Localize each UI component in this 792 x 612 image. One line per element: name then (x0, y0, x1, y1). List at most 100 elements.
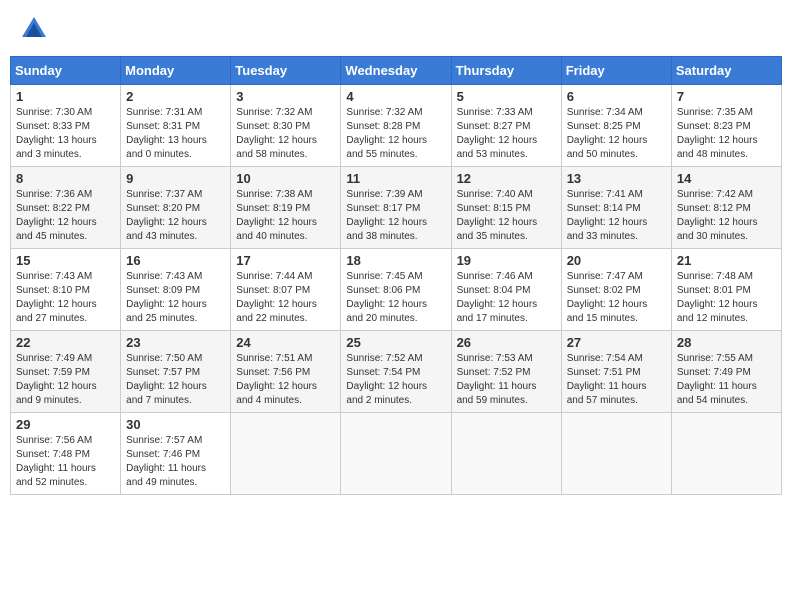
week-row-1: 1 Sunrise: 7:30 AMSunset: 8:33 PMDaylight… (11, 85, 782, 167)
day-info: Sunrise: 7:50 AMSunset: 7:57 PMDaylight:… (126, 352, 225, 408)
day-number: 25 (346, 335, 445, 350)
day-cell: 26 Sunrise: 7:53 AMSunset: 7:52 PMDayligh… (451, 331, 561, 413)
week-row-5: 29 Sunrise: 7:56 AMSunset: 7:48 PMDayligh… (11, 413, 782, 495)
day-cell: 17Sunrise: 7:44 AMSunset: 8:07 PMDayligh… (231, 249, 341, 331)
day-cell (561, 413, 671, 495)
day-number: 11 (346, 171, 445, 186)
day-cell: 23 Sunrise: 7:50 AMSunset: 7:57 PMDayligh… (121, 331, 231, 413)
day-cell: 15 Sunrise: 7:43 AMSunset: 8:10 PMDayligh… (11, 249, 121, 331)
day-number: 21 (677, 253, 776, 268)
header-thursday: Thursday (451, 57, 561, 85)
day-cell: 28 Sunrise: 7:55 AMSunset: 7:49 PMDayligh… (671, 331, 781, 413)
day-info: Sunrise: 7:45 AMSunset: 8:06 PMDaylight:… (346, 270, 445, 326)
page-header (10, 10, 782, 48)
day-cell: 11 Sunrise: 7:39 AMSunset: 8:17 PMDayligh… (341, 167, 451, 249)
header-row: SundayMondayTuesdayWednesdayThursdayFrid… (11, 57, 782, 85)
day-info: Sunrise: 7:48 AMSunset: 8:01 PMDaylight:… (677, 270, 776, 326)
day-cell: 2 Sunrise: 7:31 AMSunset: 8:31 PMDaylight… (121, 85, 231, 167)
day-cell: 13 Sunrise: 7:41 AMSunset: 8:14 PMDayligh… (561, 167, 671, 249)
day-number: 29 (16, 417, 115, 432)
day-info: Sunrise: 7:40 AMSunset: 8:15 PMDaylight:… (457, 188, 556, 244)
day-number: 22 (16, 335, 115, 350)
day-number: 2 (126, 89, 225, 104)
day-info: Sunrise: 7:46 AMSunset: 8:04 PMDaylight:… (457, 270, 556, 326)
day-info: Sunrise: 7:47 AMSunset: 8:02 PMDaylight:… (567, 270, 666, 326)
day-info: Sunrise: 7:51 AMSunset: 7:56 PMDaylight:… (236, 352, 335, 408)
day-info: Sunrise: 7:52 AMSunset: 7:54 PMDaylight:… (346, 352, 445, 408)
day-info: Sunrise: 7:43 AMSunset: 8:10 PMDaylight:… (16, 270, 115, 326)
header-sunday: Sunday (11, 57, 121, 85)
day-info: Sunrise: 7:54 AMSunset: 7:51 PMDaylight:… (567, 352, 666, 408)
day-cell: 1 Sunrise: 7:30 AMSunset: 8:33 PMDaylight… (11, 85, 121, 167)
day-number: 23 (126, 335, 225, 350)
day-number: 14 (677, 171, 776, 186)
header-monday: Monday (121, 57, 231, 85)
day-number: 13 (567, 171, 666, 186)
header-tuesday: Tuesday (231, 57, 341, 85)
day-info: Sunrise: 7:37 AMSunset: 8:20 PMDaylight:… (126, 188, 225, 244)
day-cell: 21 Sunrise: 7:48 AMSunset: 8:01 PMDayligh… (671, 249, 781, 331)
week-row-2: 8Sunrise: 7:36 AMSunset: 8:22 PMDaylight… (11, 167, 782, 249)
day-number: 7 (677, 89, 776, 104)
day-info: Sunrise: 7:41 AMSunset: 8:14 PMDaylight:… (567, 188, 666, 244)
day-number: 18 (346, 253, 445, 268)
day-info: Sunrise: 7:56 AMSunset: 7:48 PMDaylight:… (16, 434, 115, 490)
day-number: 12 (457, 171, 556, 186)
day-cell: 3 Sunrise: 7:32 AMSunset: 8:30 PMDaylight… (231, 85, 341, 167)
day-info: Sunrise: 7:42 AMSunset: 8:12 PMDaylight:… (677, 188, 776, 244)
day-cell: 8Sunrise: 7:36 AMSunset: 8:22 PMDaylight… (11, 167, 121, 249)
day-info: Sunrise: 7:34 AMSunset: 8:25 PMDaylight:… (567, 106, 666, 162)
day-info: Sunrise: 7:49 AMSunset: 7:59 PMDaylight:… (16, 352, 115, 408)
day-info: Sunrise: 7:53 AMSunset: 7:52 PMDaylight:… (457, 352, 556, 408)
header-wednesday: Wednesday (341, 57, 451, 85)
day-info: Sunrise: 7:30 AMSunset: 8:33 PMDaylight:… (16, 106, 115, 162)
day-cell: 24 Sunrise: 7:51 AMSunset: 7:56 PMDayligh… (231, 331, 341, 413)
day-cell: 19 Sunrise: 7:46 AMSunset: 8:04 PMDayligh… (451, 249, 561, 331)
day-cell: 6 Sunrise: 7:34 AMSunset: 8:25 PMDaylight… (561, 85, 671, 167)
header-friday: Friday (561, 57, 671, 85)
day-cell: 29 Sunrise: 7:56 AMSunset: 7:48 PMDayligh… (11, 413, 121, 495)
day-cell: 14 Sunrise: 7:42 AMSunset: 8:12 PMDayligh… (671, 167, 781, 249)
day-cell: 25 Sunrise: 7:52 AMSunset: 7:54 PMDayligh… (341, 331, 451, 413)
day-cell: 5Sunrise: 7:33 AMSunset: 8:27 PMDaylight… (451, 85, 561, 167)
day-number: 30 (126, 417, 225, 432)
day-number: 17 (236, 253, 335, 268)
day-number: 28 (677, 335, 776, 350)
logo-icon (20, 15, 48, 43)
day-info: Sunrise: 7:32 AMSunset: 8:30 PMDaylight:… (236, 106, 335, 162)
week-row-4: 22 Sunrise: 7:49 AMSunset: 7:59 PMDayligh… (11, 331, 782, 413)
day-number: 20 (567, 253, 666, 268)
day-cell: 9 Sunrise: 7:37 AMSunset: 8:20 PMDaylight… (121, 167, 231, 249)
day-cell: 30 Sunrise: 7:57 AMSunset: 7:46 PMDayligh… (121, 413, 231, 495)
week-row-3: 15 Sunrise: 7:43 AMSunset: 8:10 PMDayligh… (11, 249, 782, 331)
day-info: Sunrise: 7:55 AMSunset: 7:49 PMDaylight:… (677, 352, 776, 408)
day-info: Sunrise: 7:38 AMSunset: 8:19 PMDaylight:… (236, 188, 335, 244)
day-cell: 22 Sunrise: 7:49 AMSunset: 7:59 PMDayligh… (11, 331, 121, 413)
day-number: 24 (236, 335, 335, 350)
day-cell: 18 Sunrise: 7:45 AMSunset: 8:06 PMDayligh… (341, 249, 451, 331)
day-info: Sunrise: 7:33 AMSunset: 8:27 PMDaylight:… (457, 106, 556, 162)
day-info: Sunrise: 7:32 AMSunset: 8:28 PMDaylight:… (346, 106, 445, 162)
day-cell: 7 Sunrise: 7:35 AMSunset: 8:23 PMDaylight… (671, 85, 781, 167)
day-cell: 10Sunrise: 7:38 AMSunset: 8:19 PMDayligh… (231, 167, 341, 249)
day-number: 19 (457, 253, 556, 268)
day-cell (231, 413, 341, 495)
day-cell (341, 413, 451, 495)
day-number: 3 (236, 89, 335, 104)
day-number: 26 (457, 335, 556, 350)
day-cell: 20 Sunrise: 7:47 AMSunset: 8:02 PMDayligh… (561, 249, 671, 331)
day-number: 1 (16, 89, 115, 104)
day-info: Sunrise: 7:31 AMSunset: 8:31 PMDaylight:… (126, 106, 225, 162)
day-number: 9 (126, 171, 225, 186)
day-info: Sunrise: 7:57 AMSunset: 7:46 PMDaylight:… (126, 434, 225, 490)
day-info: Sunrise: 7:35 AMSunset: 8:23 PMDaylight:… (677, 106, 776, 162)
day-number: 16 (126, 253, 225, 268)
day-cell: 12 Sunrise: 7:40 AMSunset: 8:15 PMDayligh… (451, 167, 561, 249)
day-number: 15 (16, 253, 115, 268)
day-info: Sunrise: 7:39 AMSunset: 8:17 PMDaylight:… (346, 188, 445, 244)
day-number: 8 (16, 171, 115, 186)
day-number: 6 (567, 89, 666, 104)
calendar-table: SundayMondayTuesdayWednesdayThursdayFrid… (10, 56, 782, 495)
day-cell: 4 Sunrise: 7:32 AMSunset: 8:28 PMDaylight… (341, 85, 451, 167)
day-number: 4 (346, 89, 445, 104)
